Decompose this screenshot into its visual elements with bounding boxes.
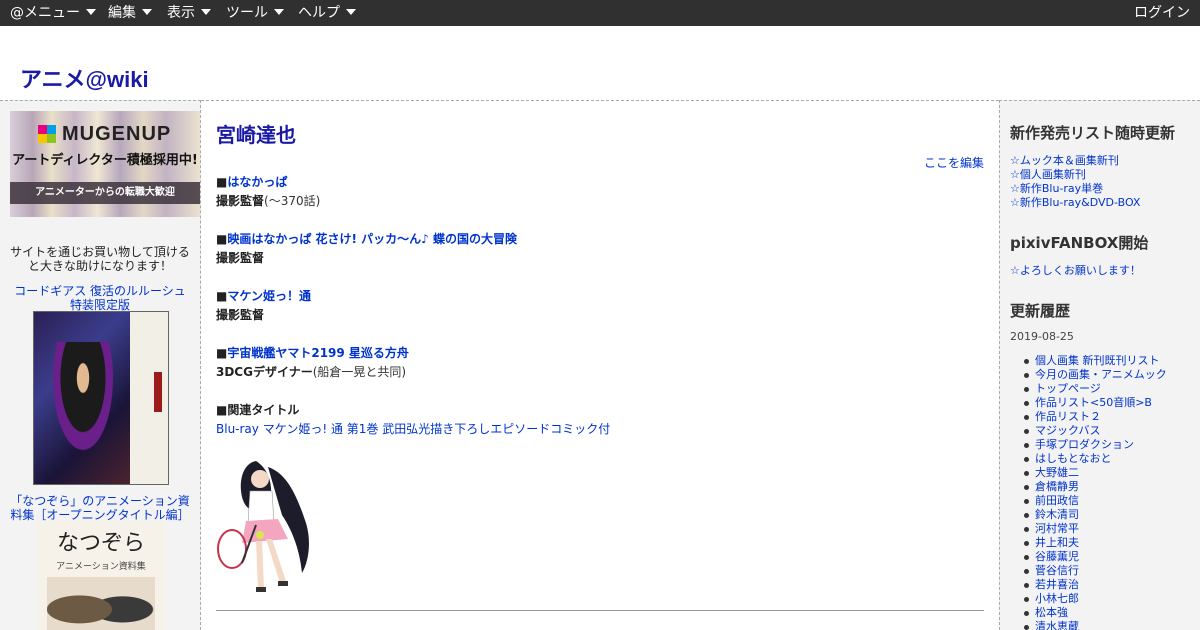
bullet-square: ■ [216,346,228,360]
update-history-item[interactable]: 倉橋静男 [1024,480,1200,494]
top-menu-bar: @メニュー 編集 表示 ツール ヘルプ ログイン [0,0,1200,26]
role-note: (船倉一晃と共同) [312,365,407,379]
update-history-item[interactable]: 前田政信 [1024,494,1200,508]
update-history-item[interactable]: 今月の画集・アニメムック [1024,368,1200,382]
update-date: 2019-08-25 [1010,330,1074,343]
right-sidebar: 新作発売リスト随時更新 ☆ムック本＆画集新刊 ☆個人画集新刊 ☆新作Blu-ra… [999,100,1200,630]
fanbox-link[interactable]: ☆よろしくお願いします！ [1010,262,1141,278]
login-link[interactable]: ログイン [1134,0,1190,26]
caret-down-icon [142,9,152,15]
update-history-item[interactable]: 井上和夫 [1024,536,1200,550]
update-history-item[interactable]: トップページ [1024,382,1200,396]
update-history-heading: 更新履歴 [1010,302,1071,320]
product-image-maken-ki[interactable] [216,453,326,599]
role-label: 撮影監督 [216,251,265,265]
banner-logo: MUGENUP [38,123,171,145]
banner-logo-text: MUGENUP [62,122,172,145]
update-history-item[interactable]: 鈴木清司 [1024,508,1200,522]
edit-page-link[interactable]: ここを編集 [924,154,984,171]
update-history-item[interactable]: 松本強 [1024,606,1200,620]
update-history-item[interactable]: 菅谷信行 [1024,564,1200,578]
work-link-yamato-2199[interactable]: 宇宙戦艦ヤマト2199 星巡る方舟 [227,346,409,360]
menu-label: 表示 [167,5,195,21]
update-history-item[interactable]: はしもとなおと [1024,452,1200,466]
update-history-item[interactable]: マジックバス [1024,424,1200,438]
cover-spine [130,312,168,484]
work-entry-title: ■マケン姫っ！通 [216,287,311,304]
update-history-item[interactable]: 手塚プロダクション [1024,438,1200,452]
product-cover-code-geass[interactable] [33,311,169,485]
caret-down-icon [86,9,96,15]
update-history-list: 個人画集 新刊既刊リスト 今月の画集・アニメムック トップページ 作品リスト<50音順… [1024,354,1200,630]
menu-label: ヘルプ [298,5,340,21]
cover-illustration [47,577,155,630]
ad-banner[interactable]: MUGENUP アートディレクター積極採用中! アニメーターからの転職大歓迎 [10,111,200,217]
update-history-item[interactable]: 清水恵蔵 [1024,620,1200,630]
update-history-item[interactable]: 個人画集 新刊既刊リスト [1024,354,1200,368]
page-title[interactable]: 宮崎達也 [216,119,296,148]
role-label: 撮影監督 [216,194,265,208]
work-entry-role: 3DCGデザイナー(船倉一晃と共同) [216,363,406,380]
caret-down-icon [346,9,356,15]
caret-down-icon [201,9,211,15]
bullet-square: ■ [216,175,228,189]
role-note: (～370話) [264,194,321,208]
work-link-hanakappa-movie[interactable]: 映画はなかっぱ 花さけ! パッカ～ん♪ 蝶の国の大冒険 [227,232,517,246]
menu-label: 編集 [108,5,136,21]
caret-down-icon [274,9,284,15]
site-title[interactable]: アニメ@wiki [20,62,149,94]
bullet-square: ■ [216,289,228,303]
banner-headline: アートディレクター積極採用中! [12,153,198,168]
product-link-code-geass[interactable]: コードギアス 復活のルルーシュ 特装限定版 [8,284,192,312]
main-content: 宮崎達也 ここを編集 ■はなかっぱ 撮影監督(～370話) ■映画はなかっぱ 花… [201,100,999,630]
related-titles-heading: ■関連タイトル [216,403,300,417]
product-link-natsuzora[interactable]: 「なつぞら」のアニメーション資料集［オープニングタイトル編］ [8,494,192,522]
update-history-item[interactable]: 小林七郎 [1024,592,1200,606]
menu-help[interactable]: ヘルプ [298,0,356,26]
cover-accent [154,372,162,412]
new-release-heading: 新作発売リスト随時更新 [1010,124,1176,142]
banner-subline: アニメーターからの転職大歓迎 [10,182,200,204]
support-message: サイトを通じお買い物して頂けると大きな助けになります！ [10,245,190,273]
menu-edit[interactable]: 編集 [108,0,152,26]
fanbox-heading: pixivFANBOX開始 [1010,234,1149,252]
work-entry-role: 撮影監督(～370話) [216,192,320,209]
bullet-square: ■ [216,232,228,246]
work-entry-role: 撮影監督 [216,306,264,323]
mugenup-logo-icon [38,125,56,143]
cover-subtitle: アニメーション資料集 [56,562,146,572]
new-release-link[interactable]: ☆新作Blu-ray&DVD-BOX [1010,194,1140,210]
update-history-item[interactable]: 若井喜治 [1024,578,1200,592]
work-entry-role: 撮影監督 [216,249,264,266]
role-label: 3DCGデザイナー [216,365,313,379]
role-label: 撮影監督 [216,308,265,322]
work-entry-title: ■映画はなかっぱ 花さけ! パッカ～ん♪ 蝶の国の大冒険 [216,230,517,247]
menu-view[interactable]: 表示 [167,0,211,26]
related-product-link[interactable]: Blu-ray マケン姫っ! 通 第1巻 武田弘光描き下ろしエピソードコミック付 [216,420,610,437]
menu-label: ツール [226,5,268,21]
update-history-item[interactable]: 谷藤薫児 [1024,550,1200,564]
content-divider [216,610,984,611]
update-history-item[interactable]: 河村常平 [1024,522,1200,536]
update-history-item[interactable]: 作品リスト<50音順>B [1024,396,1200,410]
left-sidebar: MUGENUP アートディレクター積極採用中! アニメーターからの転職大歓迎 サ… [0,100,201,630]
work-link-hanakappa[interactable]: はなかっぱ [227,175,287,189]
cover-title: なつぞら [56,531,145,556]
work-entry-title: ■宇宙戦艦ヤマト2199 星巡る方舟 [216,344,409,361]
update-history-item[interactable]: 大野雄二 [1024,466,1200,480]
update-history-item[interactable]: 作品リスト２ [1024,410,1200,424]
menu-at-menu[interactable]: @メニュー [10,0,96,26]
work-entry-title: ■はなかっぱ [216,173,287,190]
menu-tools[interactable]: ツール [226,0,284,26]
cover-character-image [48,342,118,462]
product-cover-natsuzora[interactable]: なつぞら アニメーション資料集 [37,521,165,630]
work-link-maken-ki[interactable]: マケン姫っ！通 [227,289,311,303]
menu-label: @メニュー [10,5,80,21]
